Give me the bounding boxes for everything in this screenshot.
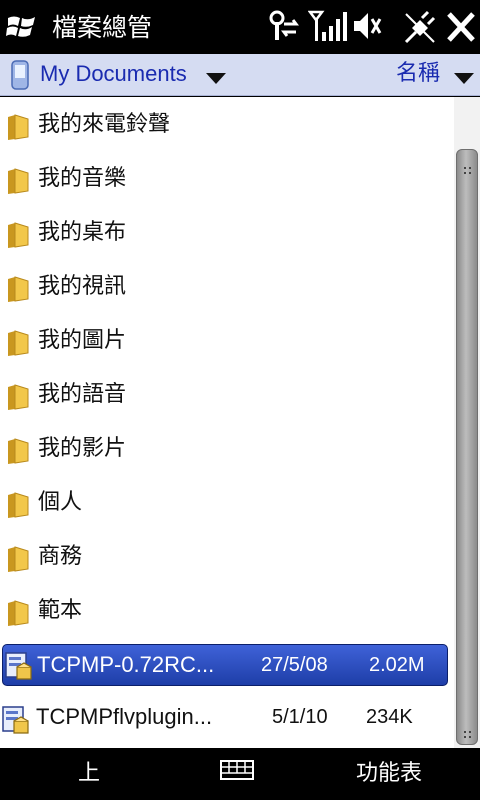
folder-item[interactable]: 範本 [0, 585, 454, 639]
folder-name: 我的桌布 [38, 220, 127, 245]
chevron-down-icon[interactable] [454, 70, 474, 89]
folder-item[interactable]: 我的影片 [0, 423, 454, 477]
folder-dropdown[interactable]: My Documents [40, 59, 187, 89]
folder-name: 範本 [38, 598, 83, 623]
installer-file-icon [2, 705, 29, 734]
app-title: 檔案總管 [52, 13, 153, 42]
grip-icon [463, 724, 473, 738]
connectivity-icon[interactable] [266, 8, 302, 46]
chevron-down-icon[interactable] [206, 70, 226, 89]
folder-item[interactable]: 個人 [0, 477, 454, 531]
folder-icon [6, 167, 30, 195]
file-size: 2.02M [369, 654, 425, 676]
folder-item[interactable]: 我的音樂 [0, 153, 454, 207]
scrollbar[interactable] [454, 97, 480, 748]
keyboard-icon[interactable] [220, 760, 254, 782]
title-bar: 檔案總管 [0, 0, 480, 54]
folder-name: 個人 [38, 490, 83, 515]
folder-name: 我的視訊 [38, 274, 127, 299]
folder-header: My Documents 名稱 [0, 54, 480, 96]
close-icon[interactable] [446, 8, 476, 46]
grip-icon [463, 160, 473, 174]
installer-file-icon [5, 651, 32, 680]
file-name: TCPMPflvplugin... [36, 704, 213, 729]
file-date: 27/5/08 [261, 654, 328, 676]
folder-icon [6, 599, 30, 627]
folder-name: 我的圖片 [38, 328, 127, 353]
folder-icon [6, 221, 30, 249]
folder-name: 我的來電鈴聲 [38, 112, 171, 137]
file-date: 5/1/10 [272, 706, 328, 728]
folder-item[interactable]: 我的桌布 [0, 207, 454, 261]
file-size: 234K [366, 706, 413, 728]
folder-icon [6, 491, 30, 519]
folder-item[interactable]: 我的語音 [0, 369, 454, 423]
folder-name: 商務 [38, 544, 83, 569]
menu-button[interactable]: 功能表 [356, 760, 422, 788]
folder-item[interactable]: 我的來電鈴聲 [0, 99, 454, 153]
file-name: TCPMP-0.72RC... [37, 652, 215, 677]
sort-dropdown[interactable]: 名稱 [396, 59, 440, 89]
folder-item[interactable]: 我的圖片 [0, 315, 454, 369]
folder-icon [6, 545, 30, 573]
folder-icon [6, 437, 30, 465]
signal-icon[interactable] [308, 8, 348, 46]
folder-icon [6, 329, 30, 357]
usb-sync-icon[interactable] [402, 8, 438, 46]
volume-muted-icon[interactable] [352, 8, 382, 46]
file-item[interactable]: TCPMPflvplugin... 5/1/10 234K [0, 695, 454, 745]
folder-icon [6, 383, 30, 411]
folder-name: 我的語音 [38, 382, 127, 407]
folder-icon [6, 113, 30, 141]
scrollbar-thumb[interactable] [456, 149, 478, 745]
device-icon [10, 60, 30, 90]
up-button[interactable]: 上 [78, 760, 100, 788]
folder-name: 我的音樂 [38, 166, 127, 191]
folder-item[interactable]: 我的視訊 [0, 261, 454, 315]
folder-icon [6, 275, 30, 303]
file-list: 我的來電鈴聲 我的音樂 我的桌布 我的視訊 我的圖片 我的語音 我的影片 個人 … [0, 97, 454, 748]
folder-name: 我的影片 [38, 436, 127, 461]
folder-item[interactable]: 商務 [0, 531, 454, 585]
file-item-selected[interactable]: TCPMP-0.72RC... 27/5/08 2.02M [2, 644, 448, 686]
softkey-bar: 上 功能表 [0, 748, 480, 800]
windows-start-icon[interactable] [6, 12, 38, 42]
